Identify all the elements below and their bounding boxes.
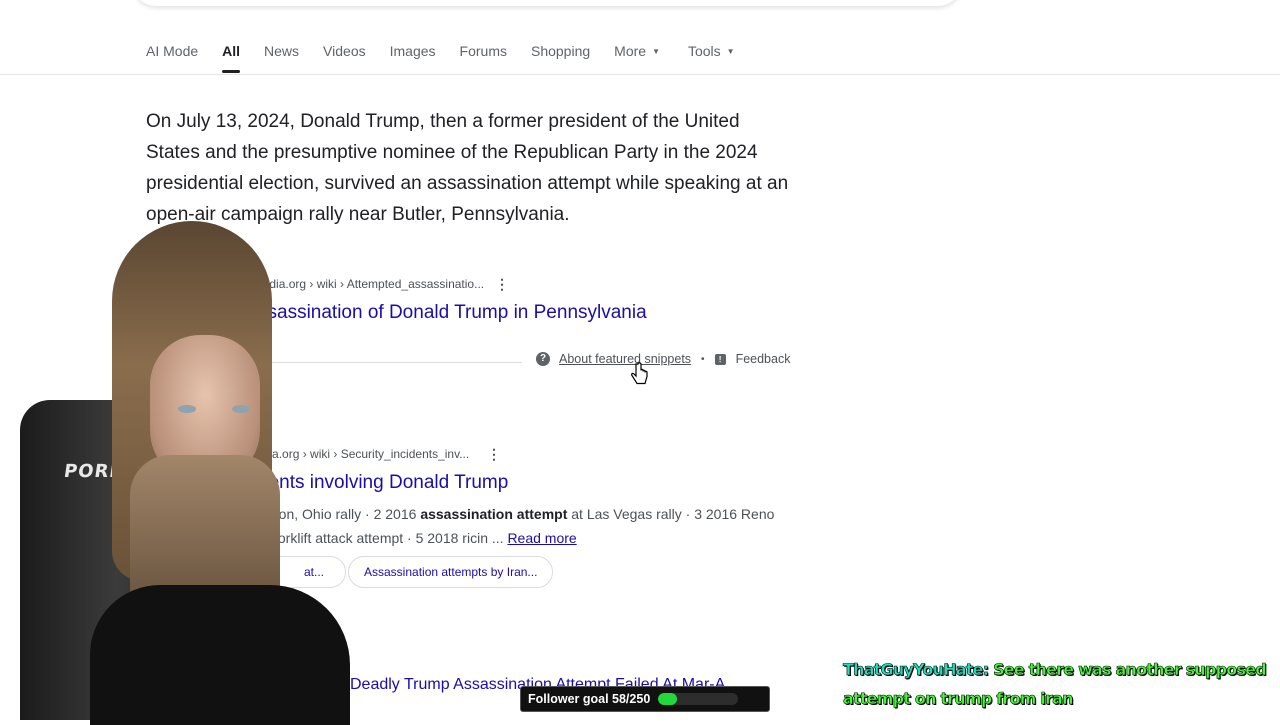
tab-label: Tools <box>687 43 721 59</box>
tab-ai-mode[interactable]: AI Mode <box>146 40 222 74</box>
more-options-icon[interactable]: ⋮ <box>495 276 509 293</box>
chat-message: ThatGuyYouHate: See there was another su… <box>843 655 1273 713</box>
follower-goal-widget: Follower goal 58/250 <box>520 686 770 712</box>
feedback-icon: ! <box>714 353 726 365</box>
help-icon: ? <box>536 352 550 366</box>
chip-label: Assassination attempts by Iran... <box>364 565 538 579</box>
eye <box>232 405 250 413</box>
feedback-link[interactable]: Feedback <box>736 352 791 366</box>
description-text: at Las Vegas rally · 3 2016 Reno <box>567 506 775 522</box>
follower-goal-progress <box>658 693 739 705</box>
eye <box>178 405 196 413</box>
search-box[interactable] <box>132 0 962 6</box>
tab-images[interactable]: Images <box>390 40 460 74</box>
tools-button[interactable]: Tools ▼ <box>688 40 759 74</box>
tabs-divider <box>0 74 1280 75</box>
caret-down-icon: ▼ <box>726 47 735 56</box>
tab-label: Shopping <box>530 43 591 59</box>
caret-down-icon: ▼ <box>652 47 660 56</box>
read-more-link[interactable]: Read more <box>507 530 576 546</box>
chat-username: ThatGuyYouHate: <box>843 660 990 680</box>
webcam-overlay: PORIYA <box>0 205 360 725</box>
tab-label: Videos <box>323 43 366 59</box>
tab-more[interactable]: More ▼ <box>614 40 684 74</box>
hand-cursor-icon <box>631 362 648 385</box>
tab-all[interactable]: All <box>222 40 264 74</box>
tab-label: Forums <box>459 43 507 59</box>
separator-dot: • <box>701 353 705 365</box>
related-chip[interactable]: Assassination attempts by Iran... <box>348 556 554 588</box>
tab-shopping[interactable]: Shopping <box>531 40 614 74</box>
tab-label: Images <box>389 43 436 59</box>
tab-label: AI Mode <box>146 43 199 59</box>
tab-news[interactable]: News <box>264 40 323 74</box>
tab-label: More <box>614 43 647 59</box>
streamer-shirt <box>90 585 350 725</box>
follower-goal-label: Follower goal 58/250 <box>528 692 651 706</box>
more-options-icon[interactable]: ⋮ <box>487 446 501 463</box>
about-featured-snippets-link[interactable]: About featured snippets <box>559 352 691 366</box>
search-tabs: AI Mode All News Videos Images Forums Sh… <box>146 40 759 74</box>
featured-snippet-footer: ? About featured snippets • ! Feedback <box>536 352 790 366</box>
progress-fill <box>658 693 677 705</box>
description-bold-text: assassination attempt <box>420 506 568 522</box>
tab-forums[interactable]: Forums <box>460 40 531 74</box>
tab-videos[interactable]: Videos <box>323 40 390 74</box>
tab-label: All <box>222 43 241 59</box>
tab-label: News <box>264 43 300 59</box>
